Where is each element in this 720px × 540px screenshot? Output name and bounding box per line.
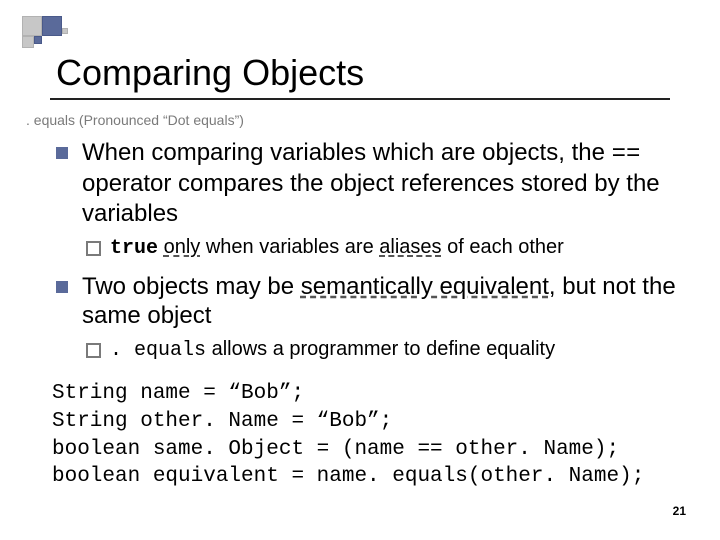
bullet-2-sub: . equals allows a programmer to define e… [56,336,680,364]
aliases-text: aliases [379,236,441,258]
bullet-2-pre: Two objects may be [82,273,301,300]
only-text: only [164,236,201,258]
bullet-1-sub: true only when variables are aliases of … [56,234,680,262]
slide-body: Comparing Objects . equals (Pronounced “… [0,0,720,491]
bullet-1: When comparing variables which are objec… [56,138,680,228]
tail2: allows a programmer to define equality [206,338,555,360]
page-number: 21 [673,504,686,518]
tail1: of each other [442,236,564,258]
bullet-2: Two objects may be semantically equivale… [56,272,680,331]
eq-operator: == [612,141,641,168]
title-separator [50,98,670,100]
subtitle-text: . equals (Pronounced “Dot equals”) [26,112,680,128]
semantic-equivalent-text: semantically equivalent [301,273,549,300]
slide-title: Comparing Objects [56,52,680,94]
code-example: String name = “Bob”; String other. Name … [52,380,680,491]
mid2: when variables are [200,236,379,258]
true-keyword: true [110,237,158,260]
corner-decoration-icon [22,16,82,58]
dot-equals-text: . equals [110,339,206,362]
bullet-1-pre: When comparing variables which are objec… [82,139,612,166]
bullet-1-post: operator compares the object references … [82,170,660,226]
